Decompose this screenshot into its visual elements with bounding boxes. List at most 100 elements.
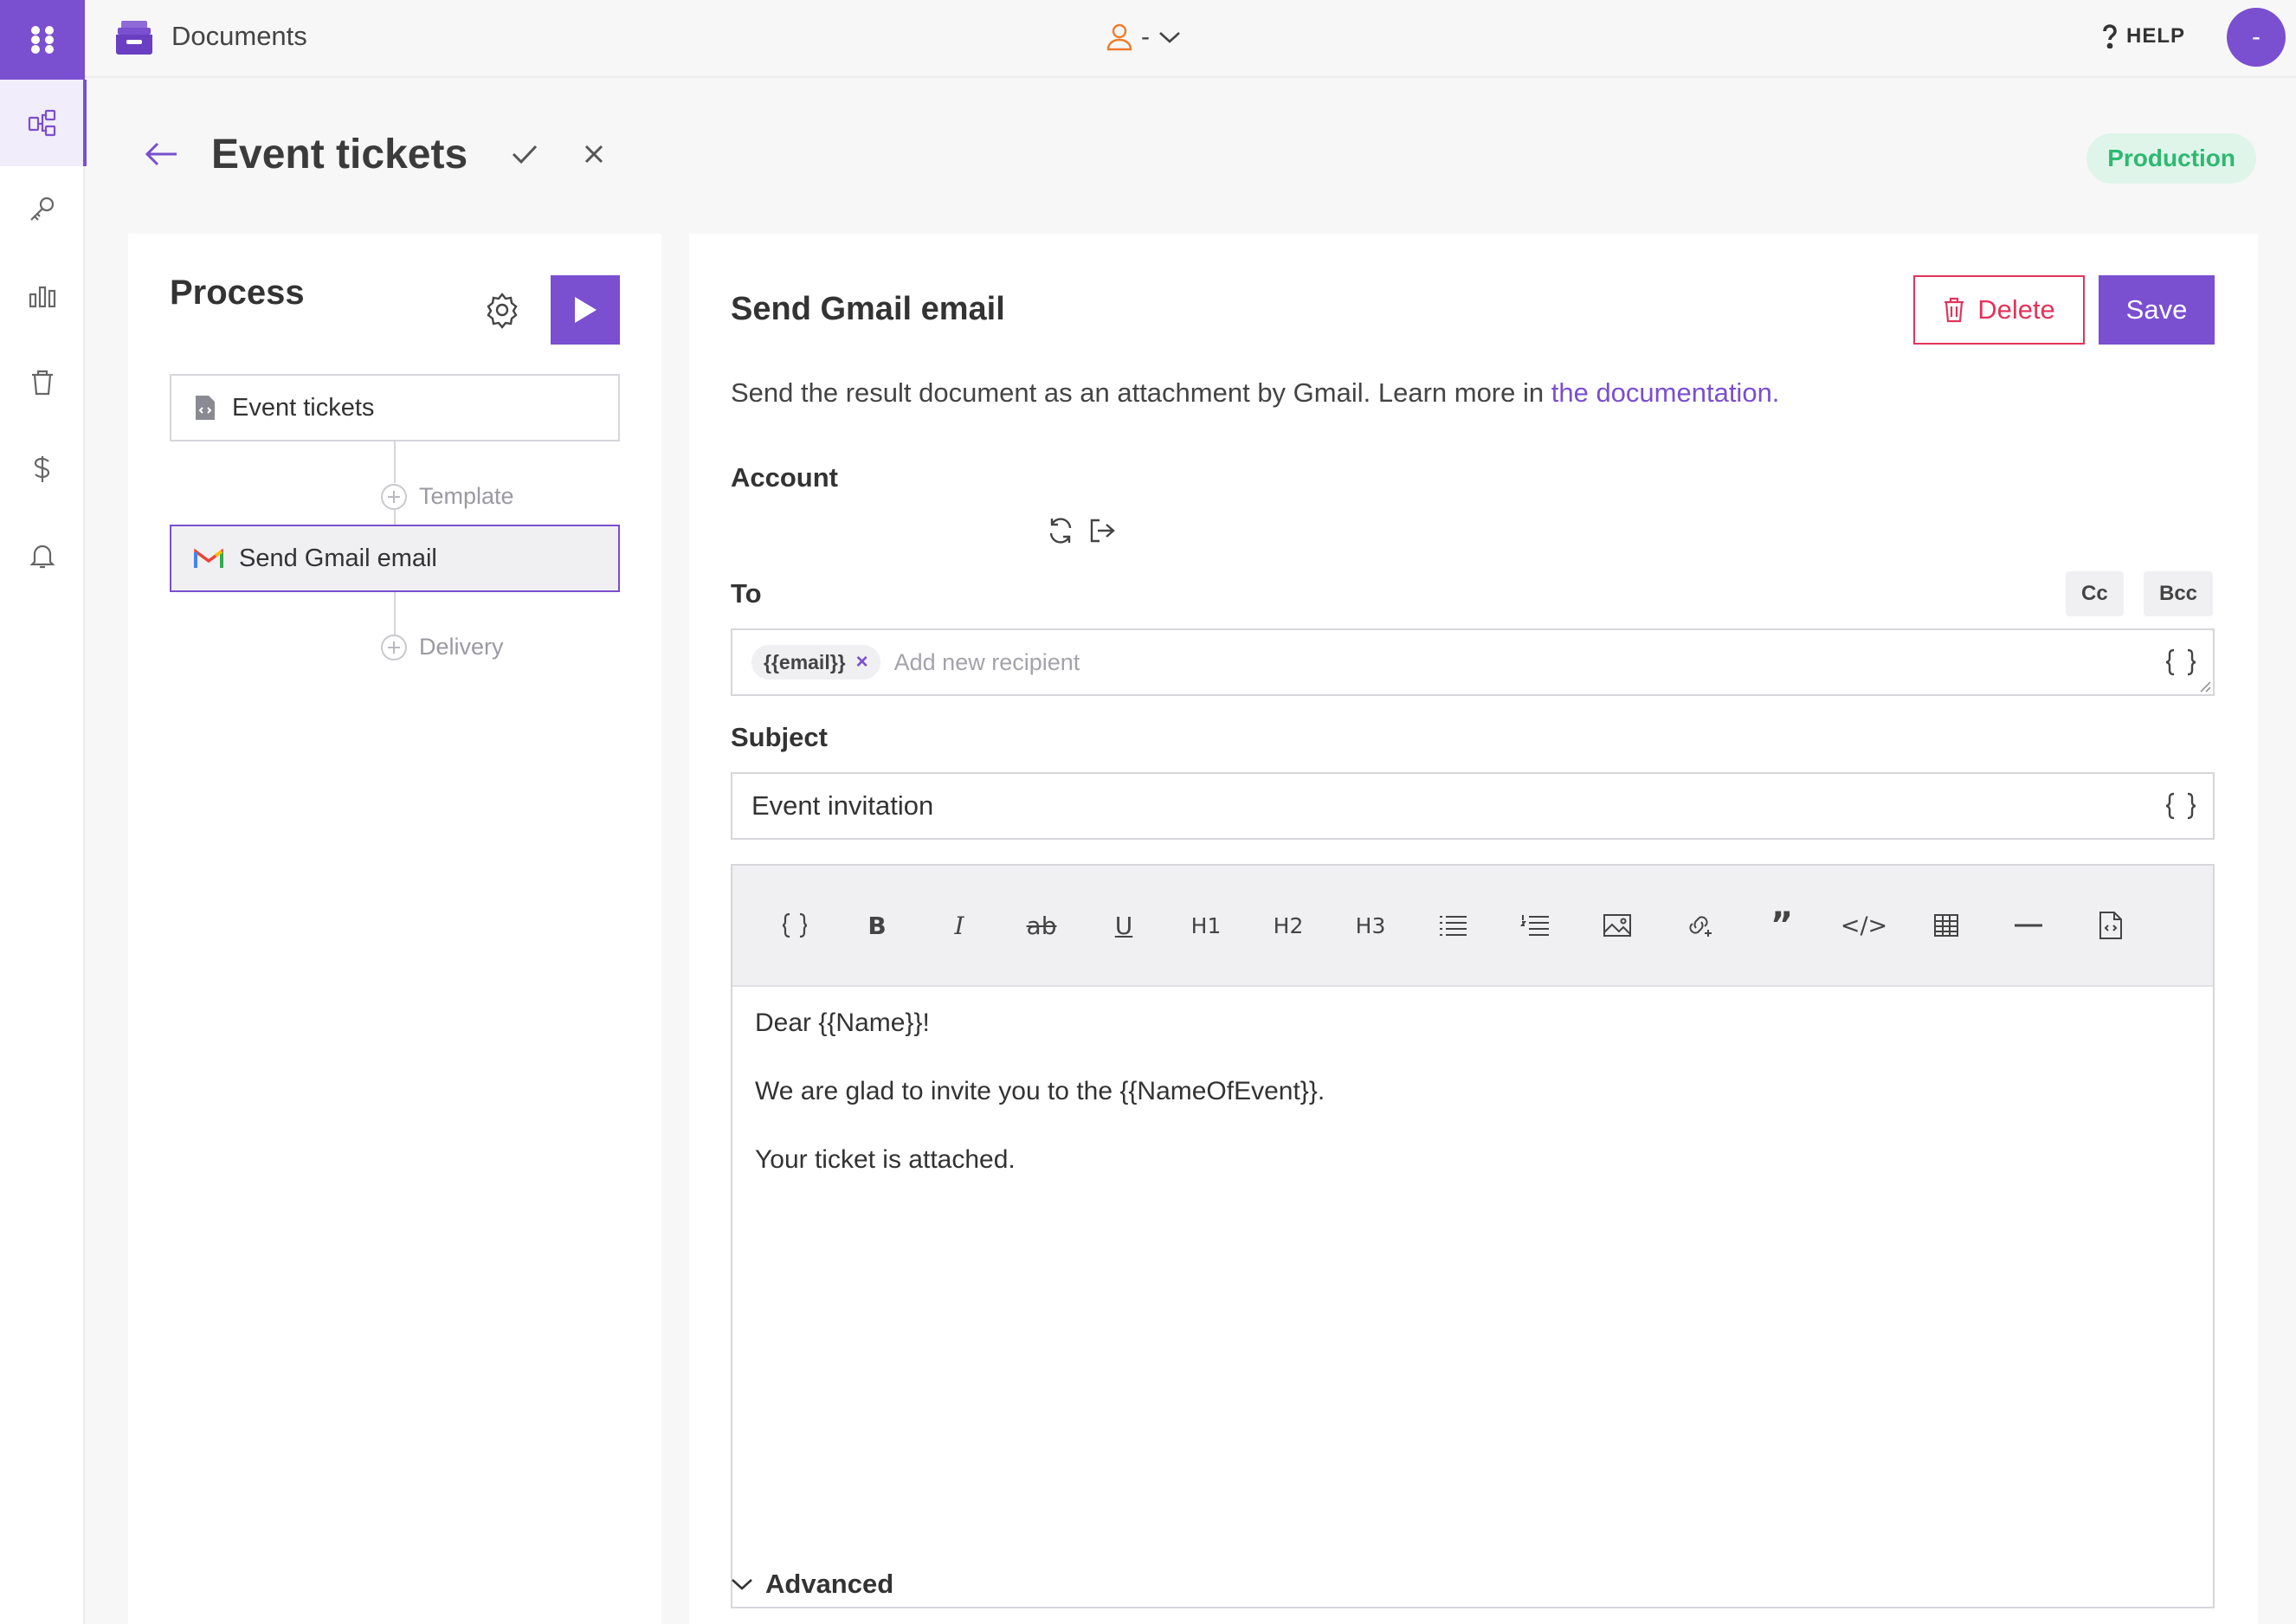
cancel-title-button[interactable] [568, 128, 620, 180]
delete-label: Delete [1977, 294, 2055, 325]
back-button[interactable] [128, 121, 194, 187]
subject-value[interactable]: Event invitation [751, 790, 933, 822]
sidebar-item-trash[interactable] [0, 339, 85, 426]
environment-badge[interactable]: Production [2086, 133, 2256, 184]
link-icon [1689, 916, 1712, 937]
image-icon [1603, 914, 1631, 937]
remove-recipient-icon[interactable]: × [856, 650, 868, 674]
top-bar: Documents - HELP - [85, 0, 2296, 78]
save-button[interactable]: Save [2099, 275, 2215, 345]
plus-circle-icon [381, 634, 407, 661]
html-file-icon [2099, 912, 2122, 939]
bullet-list-button[interactable] [1429, 901, 1477, 950]
user-selector[interactable]: - [1106, 23, 1181, 52]
code-button[interactable]: </> [1840, 901, 1888, 950]
insert-link-button[interactable] [1675, 901, 1724, 950]
add-step-label: Template [419, 483, 514, 509]
documents-logo-icon[interactable] [114, 19, 154, 55]
confirm-title-button[interactable] [499, 128, 551, 180]
user-icon [1106, 23, 1132, 51]
editor-description: Send the result document as an attachmen… [731, 377, 1779, 409]
horizontal-rule-button[interactable] [2004, 901, 2053, 950]
add-template-step[interactable]: Template [381, 483, 514, 510]
insert-table-button[interactable] [1922, 901, 1970, 950]
avatar[interactable]: - [2227, 8, 2286, 67]
sidebar-item-process[interactable] [0, 80, 87, 166]
sidebar-item-keys[interactable] [0, 166, 85, 253]
apps-grid-icon[interactable] [0, 0, 85, 80]
app-title: Documents [171, 21, 307, 51]
connector-line [394, 441, 396, 483]
numbered-list-icon [1520, 915, 1549, 936]
body-line: Your ticket is attached. [755, 1145, 1016, 1174]
help-label: HELP [2125, 24, 2185, 48]
process-settings-button[interactable] [483, 291, 521, 329]
process-title: Process [170, 274, 305, 312]
process-node-label: Event tickets [232, 393, 375, 422]
numbered-list-button[interactable] [1511, 901, 1559, 950]
variable-braces-icon[interactable] [2164, 648, 2197, 677]
step-editor-panel: Send Gmail email Delete Save Send the re… [689, 234, 2258, 1624]
help-button[interactable]: HELP [2102, 24, 2185, 48]
advanced-toggle[interactable]: Advanced [731, 1569, 893, 1600]
gmail-icon [194, 548, 223, 568]
close-icon [585, 145, 603, 164]
cc-button[interactable]: Cc [2066, 571, 2124, 616]
trash-icon [1945, 297, 1964, 323]
delete-button[interactable]: Delete [1913, 275, 2085, 345]
refresh-icon[interactable] [1046, 516, 1075, 545]
italic-button[interactable]: I [935, 901, 984, 950]
to-field[interactable]: {{email}} × Add new recipient [731, 628, 2215, 696]
trash-icon [32, 370, 53, 396]
variable-braces-icon[interactable] [2164, 791, 2197, 821]
process-node-label: Send Gmail email [239, 544, 437, 572]
bold-button[interactable]: B [853, 901, 901, 950]
heading3-button[interactable]: H3 [1346, 901, 1395, 950]
bell-icon [29, 545, 55, 569]
sign-out-icon[interactable] [1087, 516, 1117, 545]
documentation-link[interactable]: the documentation. [1551, 377, 1780, 408]
page-header: Event tickets [128, 121, 620, 187]
insert-image-button[interactable] [1593, 901, 1641, 950]
underline-button[interactable]: U [1100, 901, 1148, 950]
chart-icon [29, 286, 56, 308]
heading2-button[interactable]: H2 [1264, 901, 1312, 950]
bullet-list-icon [1440, 916, 1467, 936]
recipient-tag: {{email}} × [751, 645, 880, 680]
email-body-content[interactable]: Dear {{Name}}! We are glad to invite you… [732, 987, 2213, 1230]
recipient-input[interactable]: Add new recipient [894, 649, 1080, 676]
subject-label: Subject [731, 722, 828, 752]
insert-variable-button[interactable] [771, 901, 819, 950]
resize-handle-icon[interactable] [2197, 679, 2211, 693]
subject-field[interactable]: Event invitation [731, 772, 2215, 840]
editor-toolbar: B I ab U H1 H2 H3 ” </> [732, 866, 2213, 987]
add-delivery-step[interactable]: Delivery [381, 634, 504, 661]
strikethrough-button[interactable]: ab [1017, 901, 1066, 950]
recipient-tag-label: {{email}} [764, 650, 846, 673]
question-icon [2103, 24, 2117, 48]
check-icon [513, 145, 538, 164]
run-process-button[interactable] [551, 275, 620, 345]
gear-icon [487, 293, 518, 329]
left-rail [0, 0, 87, 1624]
account-actions [1046, 516, 1117, 545]
heading1-button[interactable]: H1 [1182, 901, 1230, 950]
page-title: Event tickets [211, 131, 468, 177]
email-body-editor: B I ab U H1 H2 H3 ” </> Dear {{Name}}! W… [731, 864, 2215, 1608]
process-icon [28, 109, 56, 137]
key-icon [30, 197, 55, 221]
sidebar-item-billing[interactable] [0, 426, 85, 512]
process-panel: Process Event tickets Template Send Gmai… [128, 234, 661, 1624]
sidebar-item-analytics[interactable] [0, 253, 85, 339]
body-line: We are glad to invite you to the {{NameO… [755, 1077, 1325, 1105]
blockquote-button[interactable]: ” [1757, 901, 1806, 950]
bcc-button[interactable]: Bcc [2144, 571, 2214, 616]
process-node-template[interactable]: Event tickets [170, 374, 620, 441]
description-text: Send the result document as an attachmen… [731, 377, 1551, 408]
document-icon [196, 396, 215, 420]
html-source-button[interactable] [2086, 901, 2135, 950]
process-node-gmail[interactable]: Send Gmail email [170, 525, 620, 592]
hr-icon [2015, 924, 2042, 927]
chevron-down-icon [1159, 32, 1180, 43]
sidebar-item-notifications[interactable] [0, 512, 85, 599]
